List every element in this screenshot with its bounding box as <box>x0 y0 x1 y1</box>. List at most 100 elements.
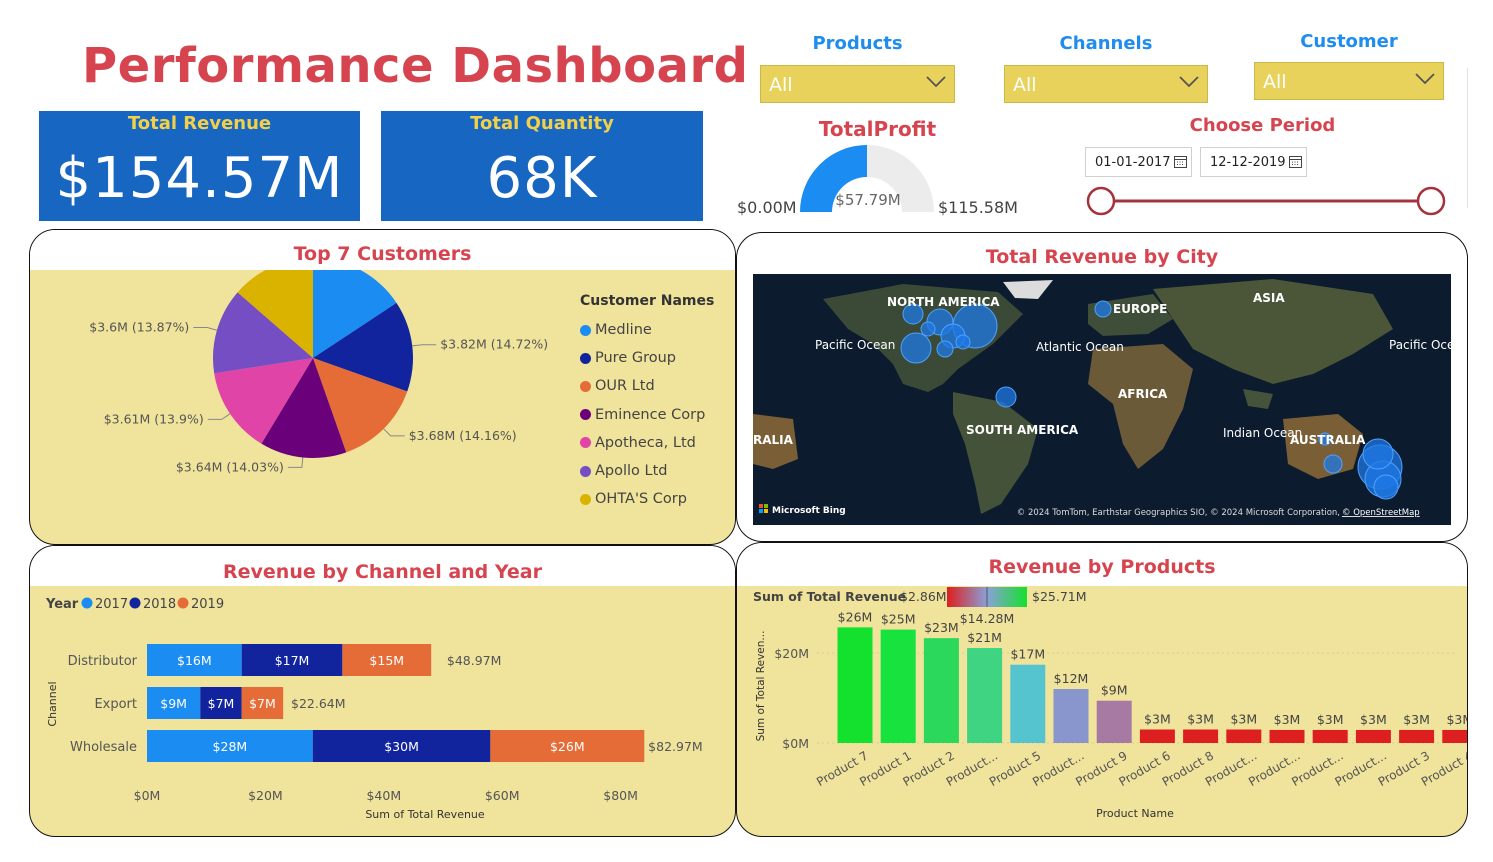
product-bar[interactable] <box>880 629 916 743</box>
pie-leader-line <box>383 428 405 437</box>
legend-label: Eminence Corp <box>595 406 706 423</box>
legend-label[interactable]: 2017 <box>95 597 128 612</box>
product-bar[interactable] <box>1053 689 1089 743</box>
legend-item[interactable]: OUR Ltd <box>580 372 705 400</box>
revenue-city-title: Total Revenue by City <box>985 246 1219 268</box>
legend-label: Pure Group <box>595 350 676 367</box>
product-bar[interactable] <box>967 648 1003 743</box>
legend-label[interactable]: 2019 <box>191 597 224 612</box>
x-tick-label: $20M <box>248 788 283 803</box>
bar-data-label: $3M <box>1187 712 1214 727</box>
total-quantity-card[interactable]: Total Quantity 68K <box>381 111 703 221</box>
legend-label: OHTA'S Corp <box>595 491 687 508</box>
pie-data-label: $3.64M (14.03%) <box>176 459 284 474</box>
legend-dot-icon <box>177 597 189 609</box>
product-bar[interactable] <box>837 627 873 743</box>
channel-category-label: Wholesale <box>70 740 137 755</box>
start-date-input[interactable]: 01-01-2017 <box>1085 147 1192 177</box>
product-bar[interactable] <box>1442 729 1467 743</box>
city-bubble[interactable] <box>1323 454 1343 474</box>
legend-item[interactable]: Apotheca, Ltd <box>580 429 705 457</box>
city-bubble[interactable] <box>900 332 932 364</box>
products-bar-chart[interactable]: Sum of Total Revenue$2.86M $25.71M $14.28M… <box>737 586 1467 836</box>
pie-leader-line <box>412 344 437 347</box>
legend-item[interactable]: Pure Group <box>580 344 705 372</box>
map-label-south-america: SOUTH AMERICA <box>966 423 1079 437</box>
product-bar[interactable] <box>1183 729 1219 744</box>
products-dropdown[interactable]: All <box>760 65 955 103</box>
bar-data-label: $26M <box>550 739 585 754</box>
start-date-value: 01-01-2017 <box>1095 155 1171 170</box>
bar-data-label: $12M <box>1054 671 1089 686</box>
map-osm-link[interactable]: © OpenStreetMap <box>1342 508 1420 518</box>
bar-data-label: $3M <box>1317 712 1344 727</box>
bar-data-label: $17M <box>275 653 310 668</box>
gradient-min-label: $2.86M <box>900 589 947 604</box>
chevron-down-icon <box>926 76 946 88</box>
pie-data-label: $3.6M (13.87%) <box>89 320 189 335</box>
period-slider[interactable] <box>1085 184 1447 218</box>
x-axis-title: Product Name <box>1096 807 1174 820</box>
legend-label[interactable]: 2018 <box>143 597 176 612</box>
revenue-city-panel: Total Revenue by City NORTH AMERICA EURO… <box>736 232 1468 542</box>
bar-data-label: $3M <box>1144 712 1171 727</box>
customer-filter-label: Customer <box>1300 31 1398 52</box>
bar-data-label: $3M <box>1446 712 1467 727</box>
page-title: Performance Dashboard <box>82 38 749 94</box>
channels-dropdown[interactable]: All <box>1004 65 1208 103</box>
bar-data-label: $17M <box>1010 647 1045 662</box>
city-bubble[interactable] <box>995 386 1017 408</box>
product-bar[interactable] <box>923 638 959 743</box>
product-bar[interactable] <box>1355 729 1391 743</box>
legend-dot-icon <box>580 324 591 336</box>
divider <box>1467 68 1468 208</box>
product-bar[interactable] <box>1269 729 1305 743</box>
end-date-value: 12-12-2019 <box>1210 155 1286 170</box>
product-bar[interactable] <box>1312 729 1348 743</box>
end-date-input[interactable]: 12-12-2019 <box>1200 147 1307 177</box>
city-bubble[interactable] <box>1362 438 1394 470</box>
city-bubble[interactable] <box>1373 474 1399 500</box>
channel-bar-chart[interactable]: Year 2017 2018 2019 Distributor $16M $17M $15M $… <box>30 586 735 836</box>
map-label-pacific-east: Pacific Ocean <box>1389 338 1451 352</box>
bar-data-label: $9M <box>1101 683 1128 698</box>
legend-dot-icon <box>81 597 93 609</box>
legend-item[interactable]: OHTA'S Corp <box>580 485 705 513</box>
pie-leader-line <box>207 413 231 420</box>
product-bar[interactable] <box>1096 700 1132 743</box>
channel-category-label: Distributor <box>68 654 138 669</box>
city-bubble[interactable] <box>936 340 954 358</box>
bar-total-label: $82.97M <box>648 739 703 754</box>
map-label-pacific-west: Pacific Ocean <box>815 338 895 352</box>
product-bar[interactable] <box>1226 729 1262 744</box>
bar-data-label: $15M <box>369 653 404 668</box>
city-bubble[interactable] <box>1094 300 1112 318</box>
total-revenue-card[interactable]: Total Revenue $154.57M <box>39 111 360 221</box>
customer-dropdown[interactable]: All <box>1254 62 1444 100</box>
pie-data-label: $3.61M (13.9%) <box>104 411 204 426</box>
calendar-icon[interactable] <box>1174 155 1187 168</box>
map-label-indian: Indian Ocean <box>1223 426 1302 440</box>
product-bar[interactable] <box>1139 729 1175 744</box>
choose-period-title: Choose Period <box>1189 115 1336 136</box>
legend-item[interactable]: Apollo Ltd <box>580 457 705 485</box>
products-panel: Revenue by Products Sum of Total Revenue… <box>736 542 1468 837</box>
legend-item[interactable]: Medline <box>580 316 705 344</box>
city-bubble[interactable] <box>955 334 971 350</box>
customer-pie-chart[interactable]: $4.08M (15.72%)$3.82M (14.72%)$3.68M (14… <box>30 270 570 540</box>
slider-start-handle[interactable] <box>1086 186 1116 216</box>
product-bar[interactable] <box>1399 729 1435 743</box>
products-dropdown-value: All <box>769 74 793 96</box>
calendar-icon[interactable] <box>1289 155 1302 168</box>
legend-label: Apollo Ltd <box>595 463 668 480</box>
bar-data-label: $3M <box>1274 712 1301 727</box>
revenue-map[interactable]: NORTH AMERICA EUROPE ASIA AFRICA SOUTH A… <box>753 274 1451 525</box>
slider-end-handle[interactable] <box>1416 186 1446 216</box>
legend-item[interactable]: Eminence Corp <box>580 401 705 429</box>
city-bubble[interactable] <box>920 321 936 337</box>
channel-category-label: Export <box>94 697 137 712</box>
customer-legend: Medline Pure Group OUR Ltd Eminence Corp Apo… <box>580 316 705 513</box>
legend-dot-icon <box>580 409 591 421</box>
product-bar[interactable] <box>1010 664 1046 743</box>
gradient-max-label: $25.71M <box>1032 589 1087 604</box>
